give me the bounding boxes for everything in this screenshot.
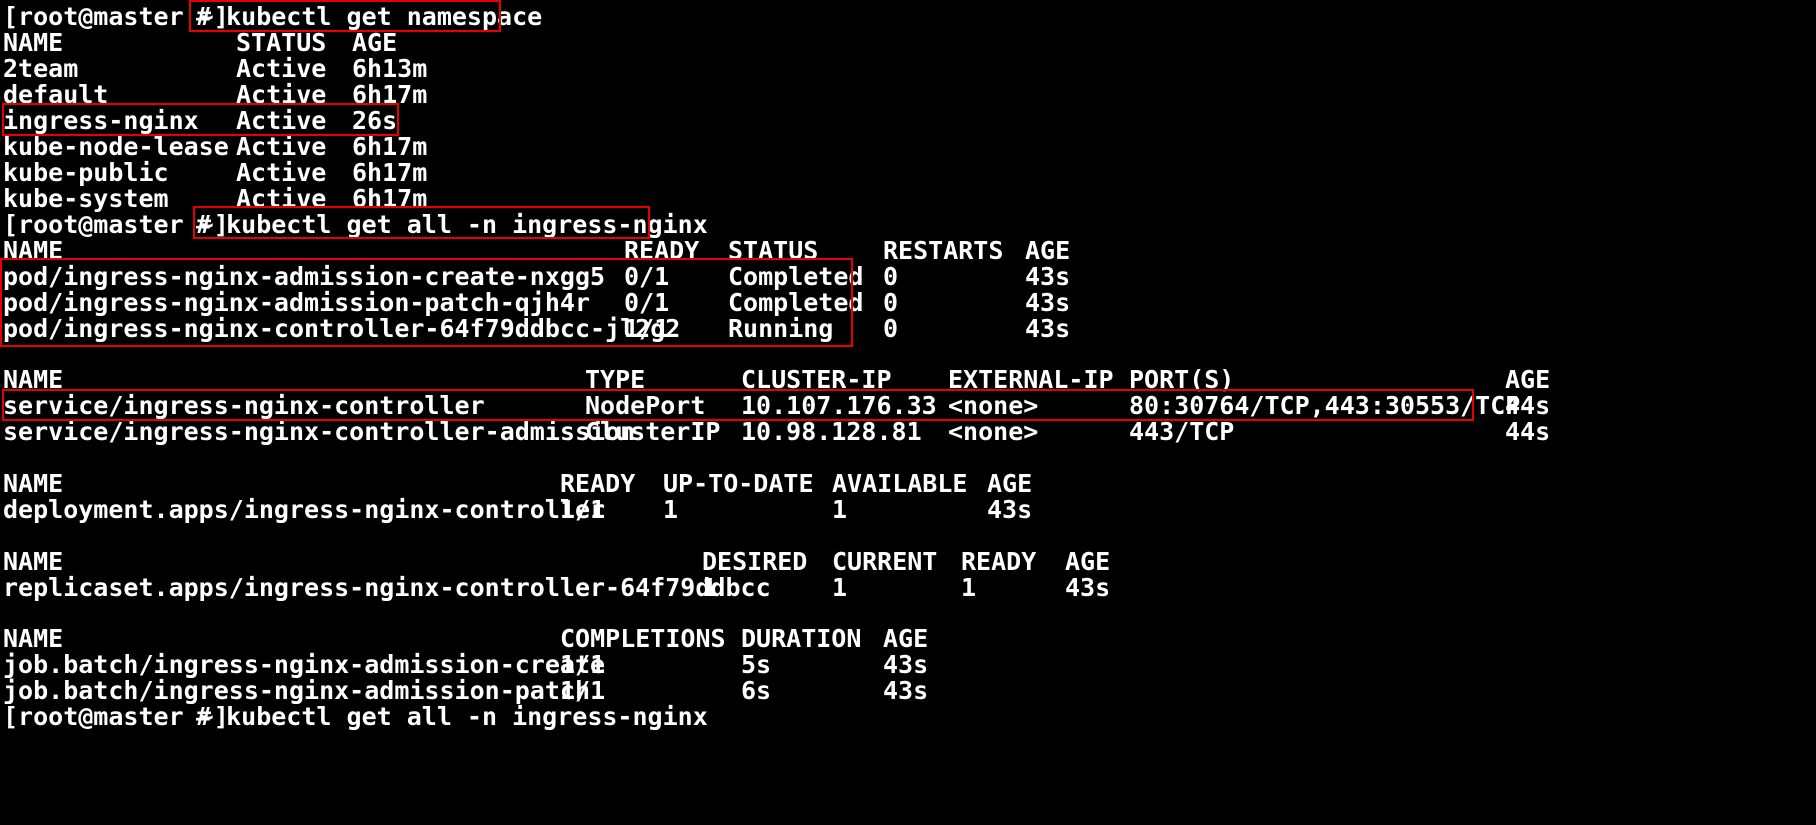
column-header: UP-TO-DATE	[663, 469, 814, 498]
deployment-ready: 1/1	[560, 495, 606, 524]
replicaset-age: 43s	[1065, 573, 1111, 602]
job-age: 43s	[883, 676, 929, 705]
terminal-window[interactable]: [root@master ~] # kubectl get namespace …	[0, 0, 1816, 825]
replicaset-name: replicaset.apps/ingress-nginx-controller…	[3, 573, 771, 602]
pod-restarts: 0	[883, 314, 899, 343]
deployment-name: deployment.apps/ingress-nginx-controller	[3, 495, 606, 524]
replicaset-current: 1	[832, 573, 848, 602]
column-header: AVAILABLE	[832, 469, 968, 498]
table-row: deployment.apps/ingress-nginx-controller…	[3, 495, 1032, 525]
highlight-box-ingress-namespace	[2, 103, 399, 136]
prompt-line: [root@master ~] # kubectl get all -n ing…	[3, 702, 708, 732]
column-header: RESTARTS	[883, 236, 1004, 265]
command-text: # kubectl get all -n ingress-nginx	[196, 702, 708, 731]
service-ports: 443/TCP	[1129, 417, 1235, 446]
shell-prompt: [root@master ~]	[3, 702, 229, 731]
highlight-box-command-namespace	[189, 0, 501, 32]
service-external-ip: <none>	[948, 417, 1039, 446]
deployment-age: 43s	[987, 495, 1033, 524]
highlight-box-command-get-all	[193, 206, 650, 239]
pod-age: 43s	[1025, 314, 1071, 343]
deployment-up-to-date: 1	[663, 495, 679, 524]
service-age: 44s	[1505, 417, 1551, 446]
service-name: service/ingress-nginx-controller-admissi…	[3, 417, 636, 446]
highlight-box-service-nodeport	[2, 389, 1474, 421]
job-duration: 6s	[741, 676, 772, 705]
deployment-available: 1	[832, 495, 848, 524]
highlight-box-pods	[0, 258, 853, 347]
replicaset-ready: 1	[961, 573, 977, 602]
service-cluster-ip: 10.98.128.81	[741, 417, 922, 446]
replicaset-desired: 1	[702, 573, 718, 602]
service-type: ClusterIP	[585, 417, 721, 446]
table-row: service/ingress-nginx-controller-admissi…	[3, 417, 1550, 447]
column-header: CURRENT	[832, 547, 938, 576]
table-row: replicaset.apps/ingress-nginx-controller…	[3, 573, 1110, 603]
